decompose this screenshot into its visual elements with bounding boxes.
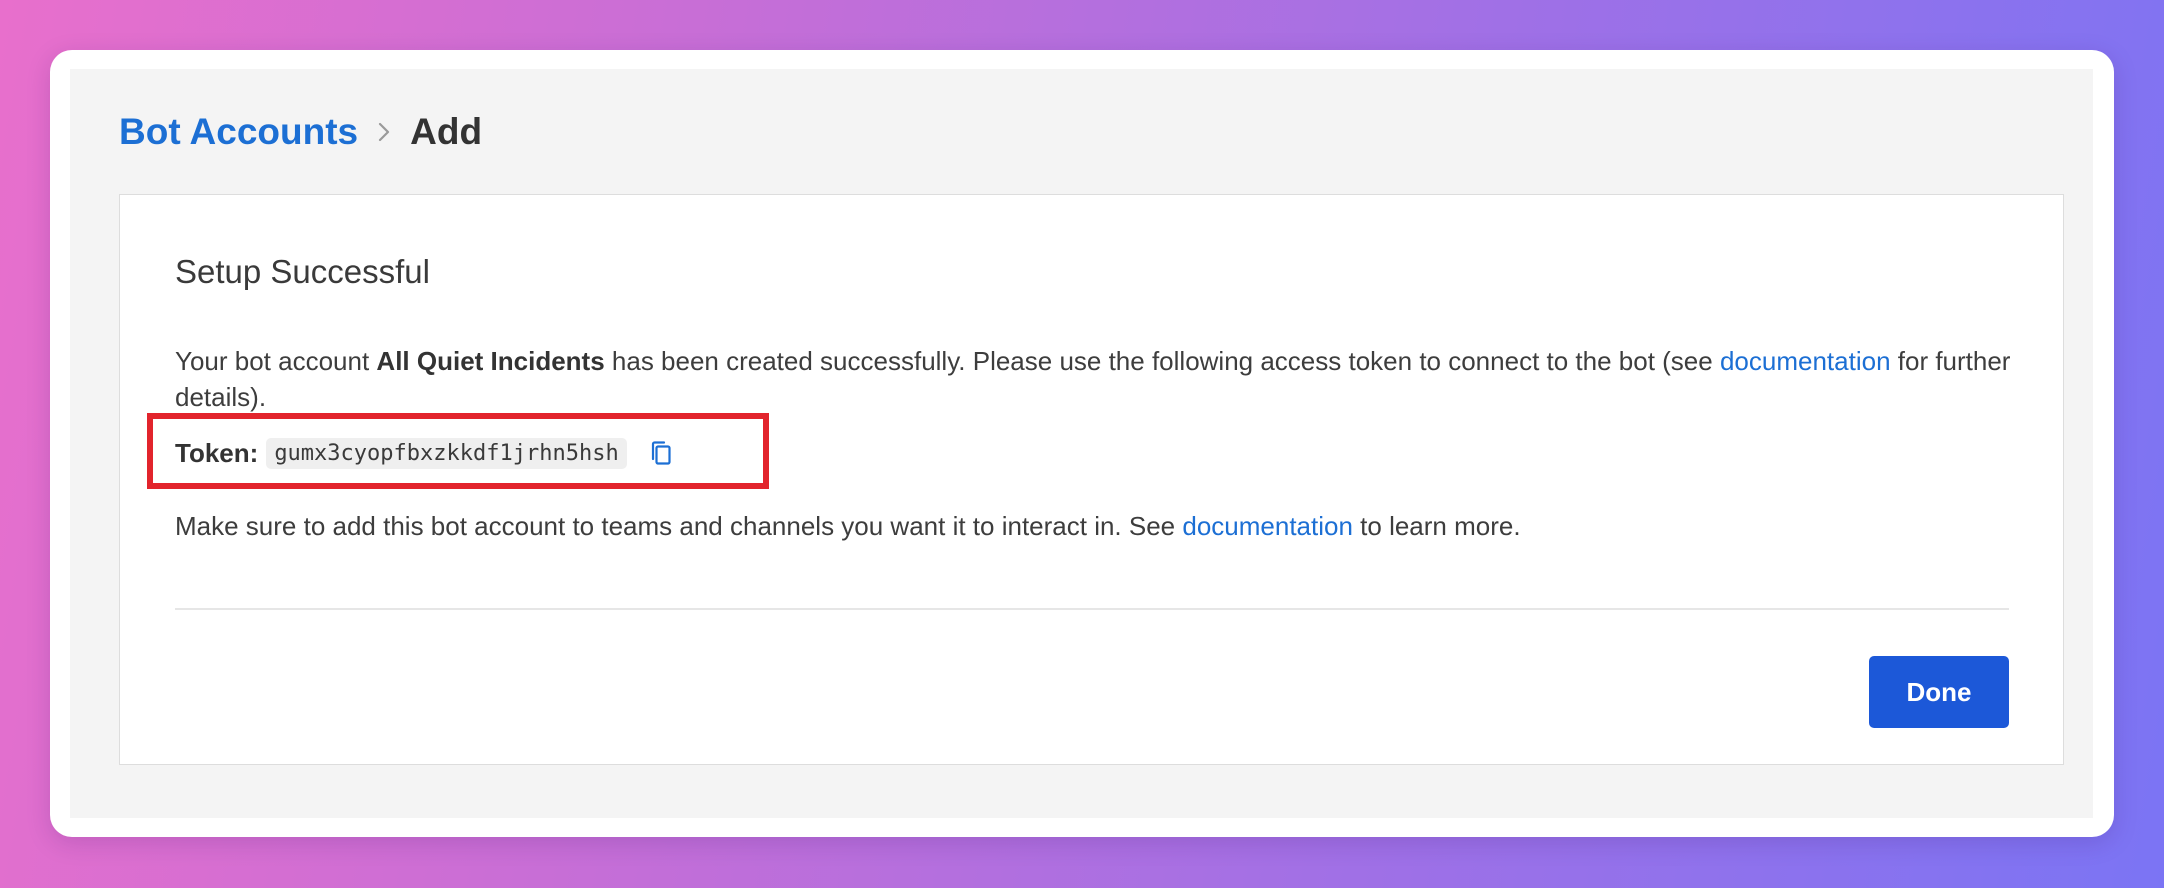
breadcrumb: Bot Accounts Add: [119, 105, 482, 159]
documentation-link-2[interactable]: documentation: [1182, 511, 1353, 541]
documentation-link-1[interactable]: documentation: [1720, 346, 1891, 376]
setup-card: Setup Successful Your bot account All Qu…: [119, 194, 2064, 765]
done-button[interactable]: Done: [1869, 656, 2009, 728]
success-message-prefix: Your bot account: [175, 346, 377, 376]
divider: [175, 608, 2009, 610]
breadcrumb-current: Add: [410, 111, 483, 152]
token-row: Token: gumx3cyopfbxzkkdf1jrhn5hsh: [175, 435, 677, 471]
success-message: Your bot account All Quiet Incidents has…: [175, 343, 2035, 415]
success-message-middle: has been created successfully. Please us…: [604, 346, 1720, 376]
breadcrumb-bot-accounts-link[interactable]: Bot Accounts: [119, 111, 358, 153]
card-title: Setup Successful: [175, 253, 430, 290]
token-value[interactable]: gumx3cyopfbxzkkdf1jrhn5hsh: [266, 437, 627, 469]
copy-icon[interactable]: [645, 437, 677, 469]
team-channel-note: Make sure to add this bot account to tea…: [175, 508, 2035, 544]
token-label: Token:: [175, 437, 259, 468]
chevron-right-icon: [358, 112, 410, 152]
page-content: Bot Accounts Add Setup Successful Your b…: [70, 69, 2093, 818]
window-frame: Bot Accounts Add Setup Successful Your b…: [50, 50, 2114, 837]
note-suffix: to learn more.: [1352, 511, 1521, 541]
note-prefix: Make sure to add this bot account to tea…: [175, 511, 1183, 541]
bot-name: All Quiet Incidents: [376, 346, 605, 376]
